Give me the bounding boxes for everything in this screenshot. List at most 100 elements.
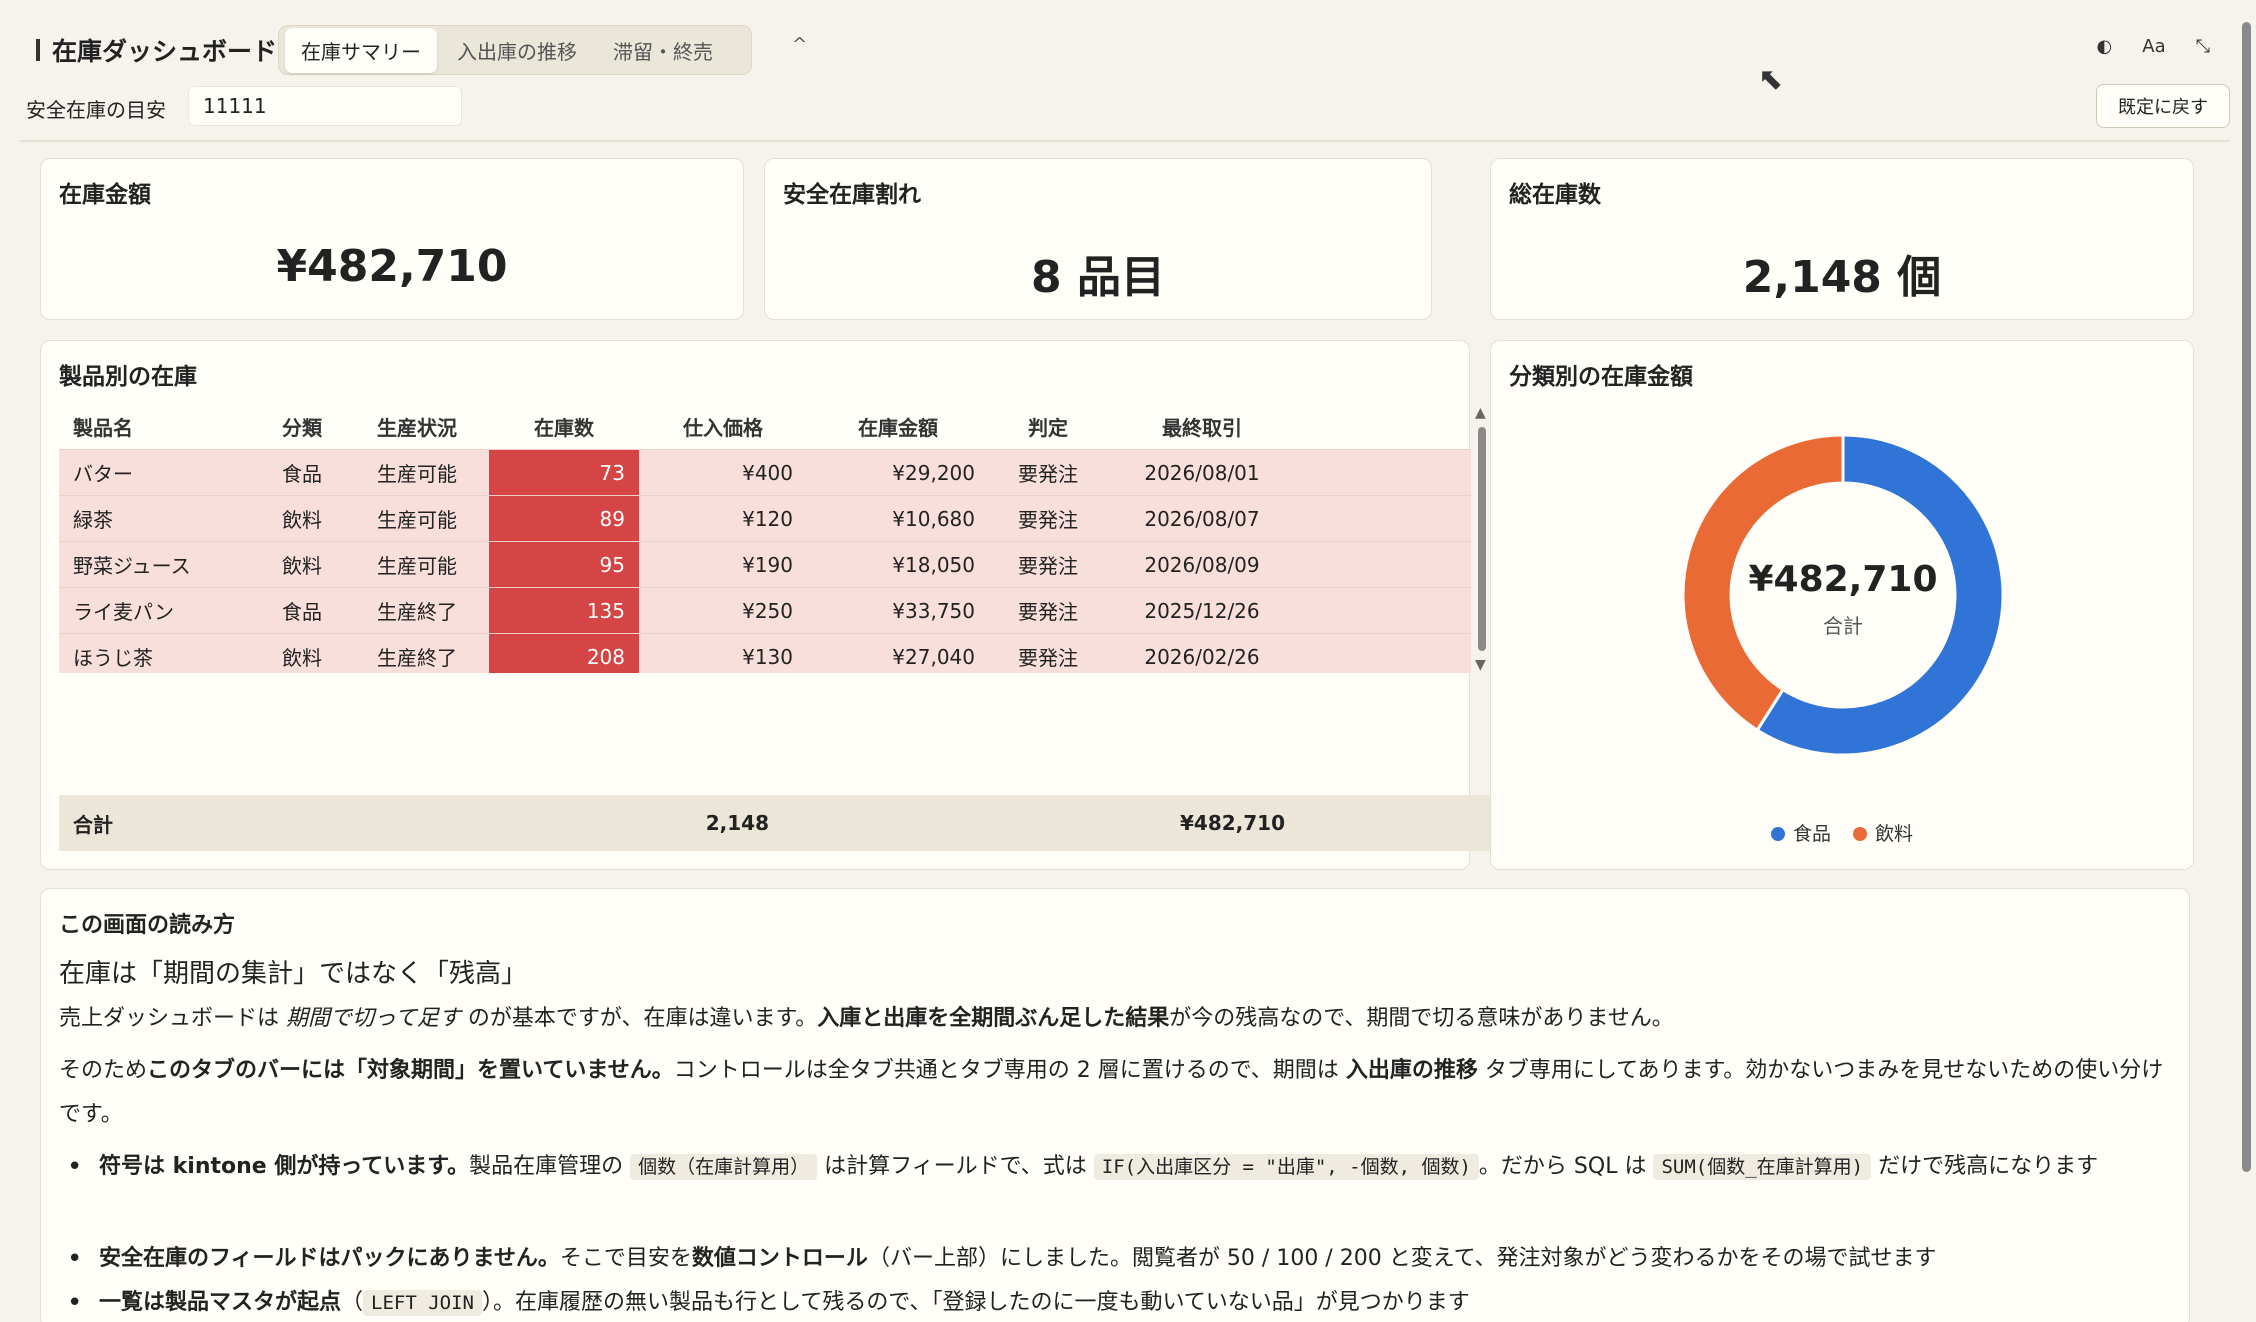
text: 。だから SQL は	[1478, 1154, 1654, 1179]
text-bold: 符号は kintone 側が持っています。	[99, 1154, 470, 1179]
toolbar-icons: ◐ Aa ⤡	[2097, 36, 2210, 57]
table-row[interactable]: ライ麦パン 食品 生産終了 135 ¥250 ¥33,750 要発注 2025/12/26	[59, 587, 1471, 633]
cell-status: 生産終了	[377, 600, 457, 624]
col-header-judgement[interactable]: 判定	[989, 405, 1107, 447]
kpi-title: 在庫金額	[59, 182, 151, 208]
inline-code: IF(入出庫区分 = "出庫", -個数, 個数)	[1093, 1154, 1479, 1180]
cell-judgement: 要発注	[1018, 508, 1078, 532]
collapse-screen-icon[interactable]: ⤡	[2196, 36, 2210, 57]
cell-price: ¥400	[742, 460, 793, 485]
cell-category: 飲料	[282, 554, 322, 578]
page-scrollbar-thumb[interactable]	[2242, 22, 2251, 1172]
tab-stock-movement[interactable]: 入出庫の推移	[441, 28, 593, 73]
dashboard-title-text: 在庫ダッシュボード	[52, 37, 278, 66]
footer-total-amount: ¥482,710	[1179, 811, 1285, 835]
donut-legend: 食品 飲料	[1491, 819, 2193, 846]
explanation-subheading: 在庫は「期間の集計」ではなく「残高」	[59, 959, 528, 989]
cell-qty: 208	[489, 634, 639, 673]
text: ）。在庫履歴の無い製品も行として残るので、「登録したのに一度も動いていない品」が…	[481, 1290, 1470, 1315]
cell-last-transaction: 2026/08/09	[1144, 552, 1260, 577]
col-header-qty[interactable]: 在庫数	[489, 405, 639, 447]
col-header-name[interactable]: 製品名	[59, 405, 259, 447]
cell-name: ライ麦パン	[73, 600, 174, 624]
safety-stock-label: 安全在庫の目安	[26, 98, 166, 122]
cell-status: 生産可能	[377, 554, 457, 578]
cell-amount: ¥27,040	[892, 644, 975, 669]
kpi-title: 総在庫数	[1509, 182, 1601, 208]
title-accent-bar	[36, 39, 40, 61]
explanation-paragraph-2: そのためこのタブのバーには「対象期間」を置いていません。コントロールは全タブ共通…	[59, 1049, 2179, 1137]
text-bold: このタブのバーには「対象期間」を置いていません。	[147, 1058, 674, 1083]
cell-last-transaction: 2026/02/26	[1144, 644, 1260, 669]
table-row[interactable]: ほうじ茶 飲料 生産終了 208 ¥130 ¥27,040 要発注 2026/02/26	[59, 633, 1471, 673]
text: 製品在庫管理の	[469, 1154, 631, 1179]
inline-code: SUM(個数_在庫計算用)	[1653, 1154, 1872, 1180]
dashboard-title: 在庫ダッシュボード	[36, 32, 277, 68]
category-value-card: 分類別の在庫金額 ¥482,710 合計 食品 飲料	[1490, 340, 2194, 870]
cell-judgement: 要発注	[1018, 600, 1078, 624]
cell-qty: 73	[489, 450, 639, 495]
inline-code: 個数（在庫計算用）	[630, 1154, 818, 1180]
legend-dot	[1770, 827, 1785, 841]
cell-price: ¥120	[742, 506, 793, 531]
safety-stock-input[interactable]	[188, 86, 462, 126]
cell-name: 緑茶	[73, 508, 113, 532]
explanation-card: この画面の読み方 在庫は「期間の集計」ではなく「残高」 売上ダッシュボードは 期…	[40, 888, 2190, 1322]
table-row[interactable]: 野菜ジュース 飲料 生産可能 95 ¥190 ¥18,050 要発注 2026/08/09	[59, 541, 1471, 587]
donut-center-value: ¥482,710	[1748, 559, 1937, 600]
col-header-price[interactable]: 仕入価格	[639, 405, 807, 447]
text: （バー上部）にしました。閲覧者が 50 / 100 / 200 と変えて、発注対…	[867, 1246, 1937, 1271]
legend-label: 飲料	[1875, 823, 1914, 845]
table-header: 製品名 分類 生産状況 在庫数 仕入価格 在庫金額 判定 最終取引	[59, 405, 1471, 447]
text-bold: 入出庫の推移	[1345, 1058, 1478, 1083]
cell-qty: 89	[489, 496, 639, 541]
font-size-icon[interactable]: Aa	[2142, 36, 2165, 57]
col-header-status[interactable]: 生産状況	[345, 405, 489, 447]
cell-last-transaction: 2026/08/07	[1144, 506, 1260, 531]
cell-name: 野菜ジュース	[73, 554, 191, 578]
explanation-heading: この画面の読み方	[59, 913, 236, 938]
explanation-paragraph-1: 売上ダッシュボードは 期間で切って足す のが基本ですが、在庫は違います。入庫と出…	[59, 997, 2179, 1041]
footer-total-label: 合計	[73, 812, 113, 837]
contrast-icon[interactable]: ◐	[2097, 36, 2113, 57]
explanation-bullet-1: 符号は kintone 側が持っています。製品在庫管理の 個数（在庫計算用） は…	[59, 1145, 2179, 1189]
text: コントロールは全タブ共通とタブ専用の 2 層に置けるので、期間は	[673, 1058, 1346, 1083]
donut-center-label: 合計	[1823, 614, 1863, 638]
legend-item-beverage[interactable]: 飲料	[1853, 819, 1913, 846]
tab-inventory-summary[interactable]: 在庫サマリー	[285, 27, 437, 73]
dashboard-header: 在庫ダッシュボード 在庫サマリー 入出庫の推移 滞留・終売 ^ ◐ Aa ⤡ 安…	[20, 0, 2230, 142]
text: だけで残高になります	[1871, 1154, 2099, 1179]
collapse-chevron-icon[interactable]: ^	[792, 34, 807, 55]
cell-status: 生産終了	[377, 646, 457, 670]
table-row[interactable]: 緑茶 飲料 生産可能 89 ¥120 ¥10,680 要発注 2026/08/07	[59, 495, 1471, 541]
col-header-amount[interactable]: 在庫金額	[807, 405, 989, 447]
kpi-value: ¥482,710	[276, 241, 508, 292]
kpi-value: 2,148 個	[1742, 252, 1942, 303]
cell-amount: ¥10,680	[892, 506, 975, 531]
cell-amount: ¥18,050	[892, 552, 975, 577]
cell-category: 飲料	[282, 508, 322, 532]
category-value-title: 分類別の在庫金額	[1509, 364, 1693, 390]
legend-dot	[1853, 827, 1867, 841]
cell-category: 食品	[282, 462, 322, 486]
scrollbar-thumb[interactable]	[1478, 427, 1486, 651]
reset-button[interactable]: 既定に戻す	[2096, 84, 2230, 128]
scroll-down-icon[interactable]: ▼	[1475, 657, 1486, 673]
table-row[interactable]: バター 食品 生産可能 73 ¥400 ¥29,200 要発注 2026/08/01	[59, 449, 1471, 495]
legend-item-food[interactable]: 食品	[1770, 819, 1831, 846]
tab-dead-stock[interactable]: 滞留・終売	[597, 28, 729, 73]
table-footer: 合計 2,148 ¥482,710	[59, 795, 1491, 851]
text: は計算フィールドで、式は	[817, 1154, 1094, 1179]
cell-status: 生産可能	[377, 462, 457, 486]
text: そのため	[59, 1058, 148, 1083]
col-header-category[interactable]: 分類	[259, 405, 345, 447]
text-bold: 一覧は製品マスタが起点	[99, 1290, 342, 1315]
kpi-value: 8 品目	[1031, 252, 1165, 303]
cell-name: ほうじ茶	[73, 646, 153, 670]
col-header-last-transaction[interactable]: 最終取引	[1107, 405, 1297, 447]
page-scrollbar[interactable]	[2240, 22, 2252, 1312]
cell-category: 食品	[282, 600, 322, 624]
scroll-up-icon[interactable]: ▲	[1475, 405, 1486, 421]
table-scrollbar[interactable]: ▲ ▼	[1473, 405, 1491, 673]
text: （	[341, 1290, 364, 1315]
